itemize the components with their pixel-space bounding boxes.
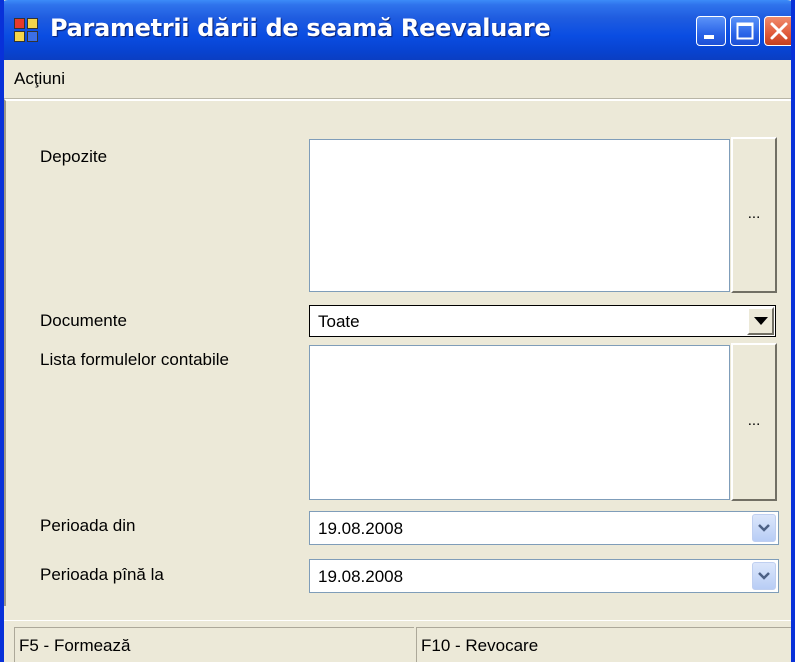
documente-dropdown-button[interactable] — [747, 307, 774, 335]
window-title: Parametrii dării de seamă Reevaluare — [50, 14, 551, 42]
documente-label: Documente — [40, 311, 127, 330]
status-bar: F5 - Formează F10 - Revocare — [4, 620, 791, 662]
depozite-browse-button[interactable]: ... — [731, 137, 777, 293]
chevron-down-icon — [758, 524, 770, 532]
form-panel: Depozite ... Documente Toate Lista formu… — [4, 99, 791, 606]
perioada-pina-dropdown-button[interactable] — [752, 562, 776, 590]
chevron-down-icon — [753, 317, 768, 325]
perioada-din-value: 19.08.2008 — [318, 519, 404, 538]
status-formeaza: F5 - Formează — [14, 627, 414, 662]
maximize-icon — [736, 22, 754, 40]
perioada-din-dropdown-button[interactable] — [752, 514, 776, 542]
perioada-din-date-picker[interactable]: 19.08.2008 — [309, 511, 779, 545]
formule-listbox[interactable] — [309, 345, 730, 500]
perioada-pina-label: Perioada pînă la — [40, 565, 164, 584]
app-icon — [14, 18, 40, 44]
menu-bar: Acţiuni — [4, 60, 791, 99]
depozite-label: Depozite — [40, 147, 108, 166]
maximize-button[interactable] — [730, 16, 760, 46]
perioada-pina-value: 19.08.2008 — [318, 567, 404, 586]
menu-item-actiuni[interactable]: Acţiuni — [14, 69, 65, 89]
close-icon — [770, 22, 788, 40]
status-revocare: F10 - Revocare — [416, 627, 791, 662]
documente-select[interactable]: Toate — [309, 305, 776, 337]
chevron-down-icon — [758, 572, 770, 580]
minimize-icon — [704, 35, 714, 39]
documente-value: Toate — [318, 312, 360, 331]
formule-browse-button[interactable]: ... — [731, 343, 777, 501]
perioada-din-label: Perioada din — [40, 516, 136, 535]
minimize-button[interactable] — [696, 16, 726, 46]
close-button[interactable] — [764, 16, 791, 46]
report-parameters-window: Parametrii dării de seamă Reevaluare Acţ… — [0, 0, 795, 662]
depozite-listbox[interactable] — [309, 139, 730, 292]
perioada-pina-date-picker[interactable]: 19.08.2008 — [309, 559, 779, 593]
title-bar[interactable]: Parametrii dării de seamă Reevaluare — [4, 0, 791, 60]
formule-label: Lista formulelor contabile — [40, 350, 229, 369]
